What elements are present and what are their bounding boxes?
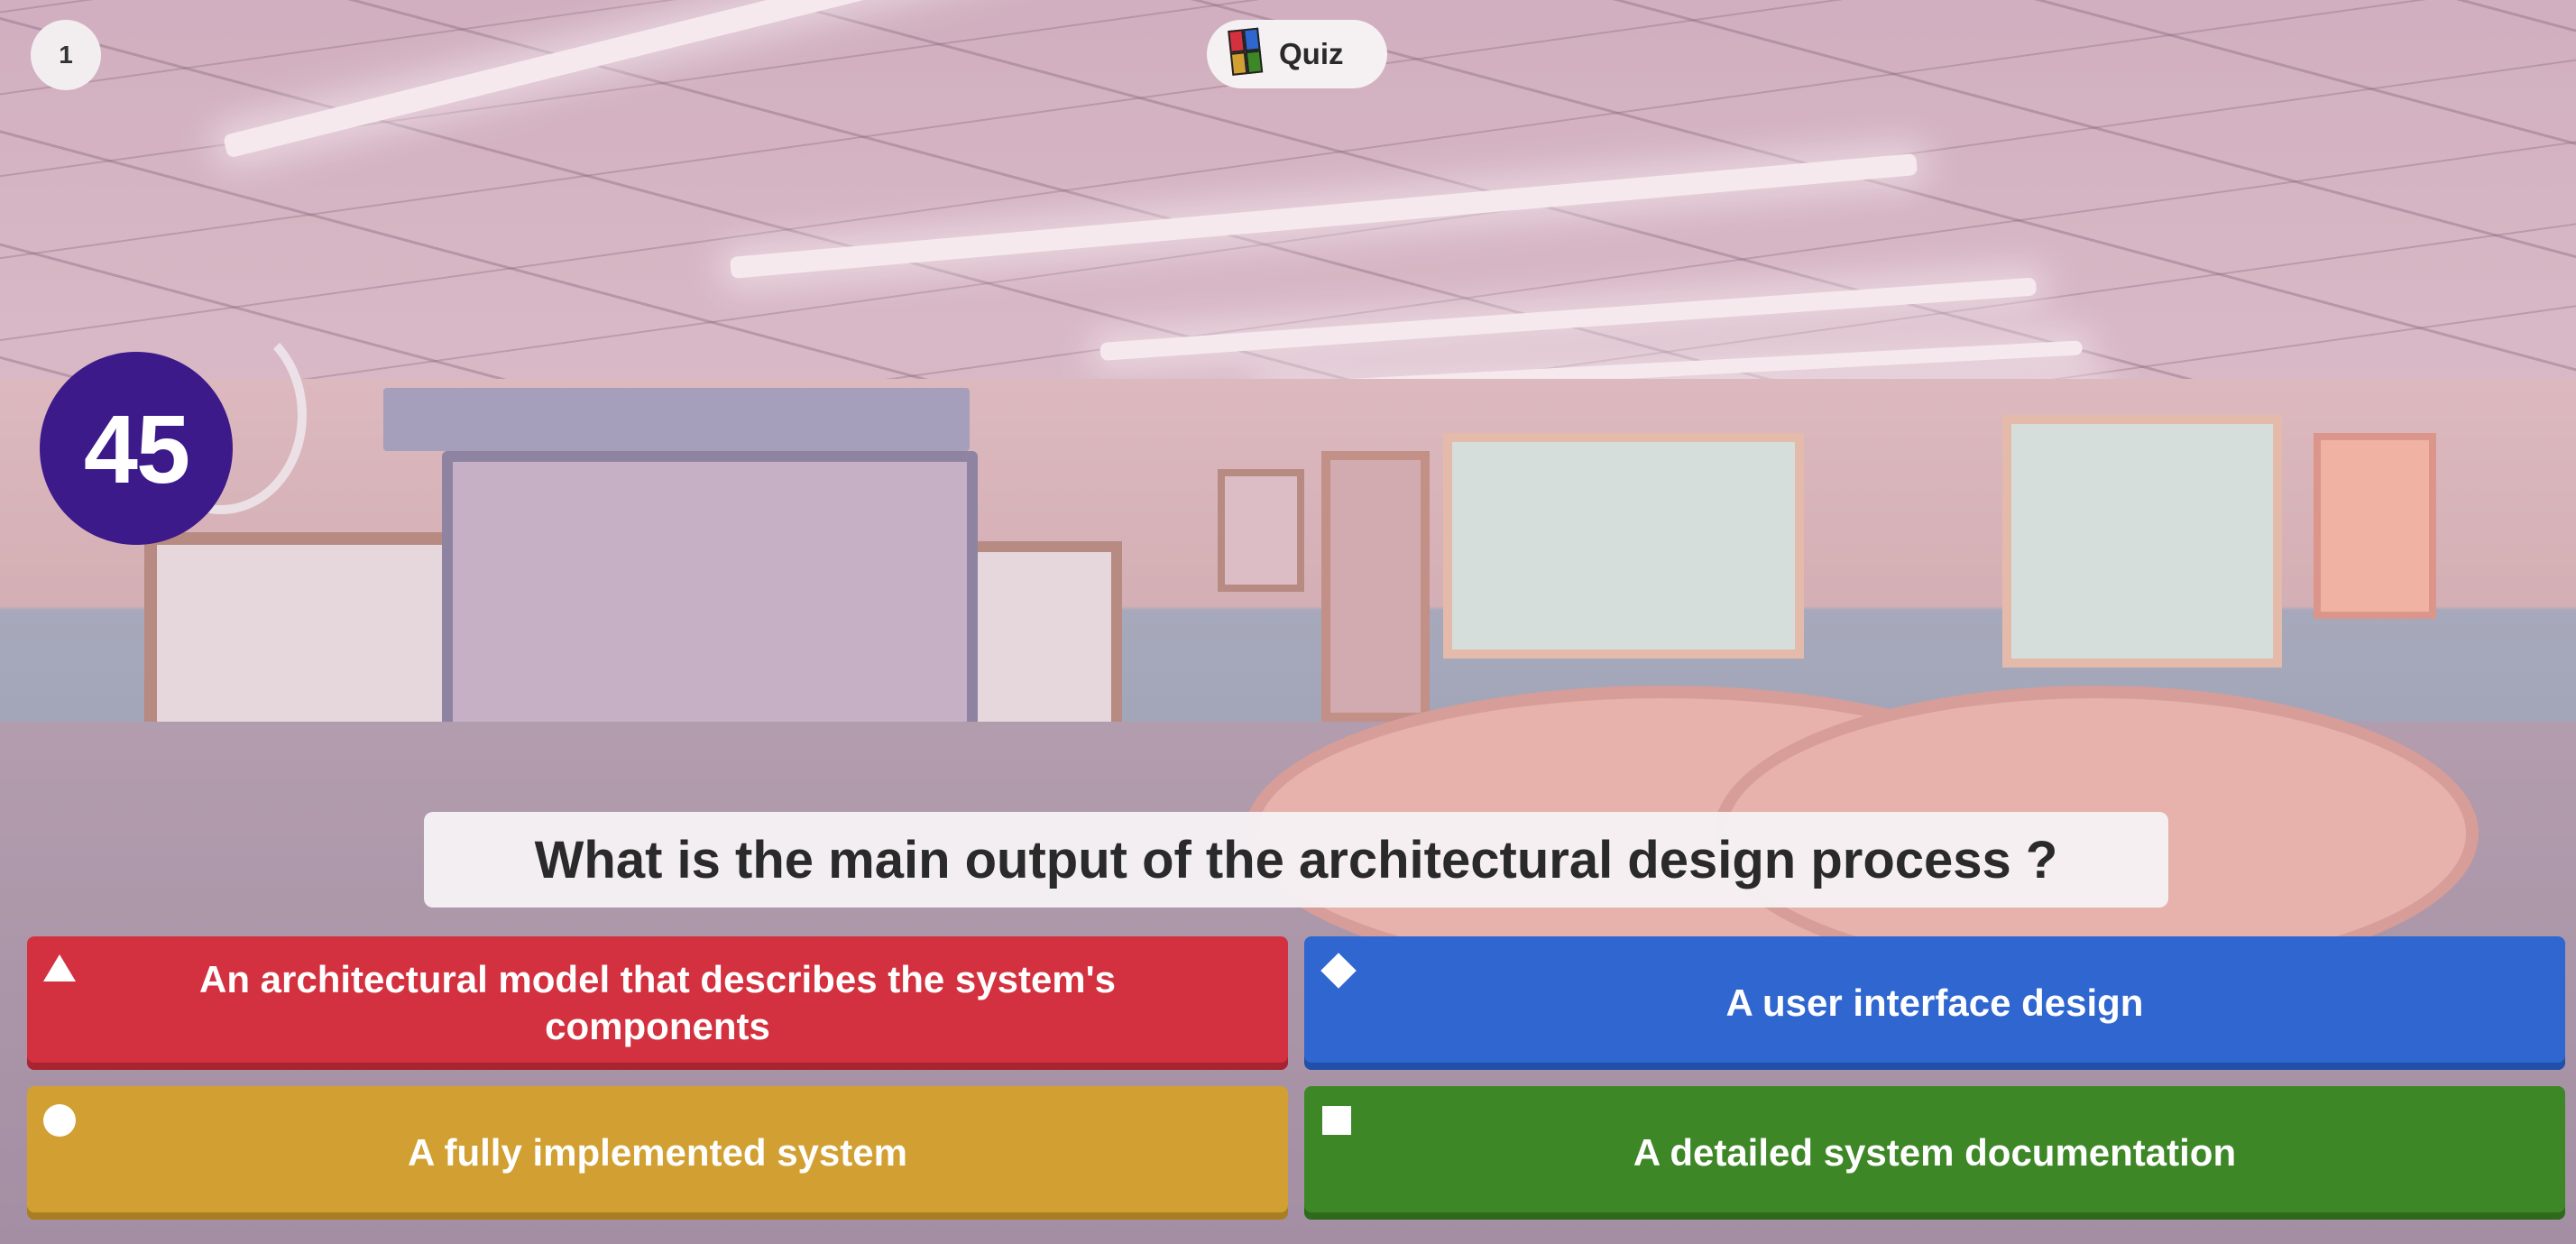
answer-label: A user interface design [1725, 981, 2144, 1024]
quiz-label: Quiz [1279, 37, 1344, 70]
triangle-icon [43, 954, 76, 981]
answer-label: A detailed system documentation [1633, 1131, 2237, 1174]
answer-button-triangle[interactable]: An architectural model that describes th… [27, 936, 1288, 1070]
quiz-badge: Quiz [1207, 20, 1387, 88]
square-icon [1322, 1106, 1351, 1135]
answer-button-square[interactable]: A detailed system documentation [1304, 1086, 2565, 1220]
circle-icon [43, 1104, 76, 1137]
question-text: What is the main output of the architect… [424, 812, 2168, 908]
answer-label: A fully implemented system [408, 1131, 907, 1174]
countdown-timer: 45 [40, 352, 233, 545]
answer-label: An architectural model that describes th… [199, 958, 1116, 1047]
answer-button-circle[interactable]: A fully implemented system [27, 1086, 1288, 1220]
question-counter: 1 [31, 20, 101, 90]
diamond-icon [1320, 953, 1357, 989]
answer-button-diamond[interactable]: A user interface design [1304, 936, 2565, 1070]
quiz-logo-icon [1228, 27, 1267, 81]
